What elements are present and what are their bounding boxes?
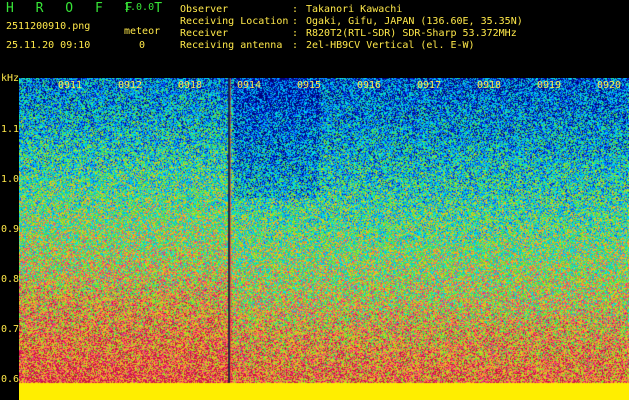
- info-separator: :: [292, 40, 299, 51]
- info-key: Receiving Location: [180, 16, 289, 27]
- spectrogram-canvas: [19, 78, 629, 400]
- app-version: 1.0.0: [124, 2, 155, 13]
- meteor-count: 0: [139, 40, 146, 51]
- info-row-antenna: Receiving antenna : 2el-HB9CV Vertical (…: [180, 40, 523, 52]
- header-panel: H R O F F T 1.0.0 2511200910.png meteor …: [0, 0, 629, 78]
- info-row-observer: Observer : Takanori Kawachi: [180, 4, 523, 16]
- info-key: Receiver: [180, 28, 229, 39]
- time-label: 0916: [357, 80, 382, 91]
- time-label: 0911: [58, 80, 83, 91]
- time-label: 0914: [237, 80, 262, 91]
- station-info: Observer : Takanori Kawachi Receiving Lo…: [180, 4, 523, 52]
- y-tick-label: 0.7: [1, 324, 20, 335]
- y-tick-label: 1.1: [1, 124, 20, 135]
- y-tick-label: 0.8: [1, 274, 20, 285]
- info-separator: :: [292, 4, 299, 15]
- time-label: 0918: [178, 80, 203, 91]
- frequency-unit-label: kHz: [1, 73, 20, 84]
- info-value: 2el-HB9CV Vertical (el. E-W): [306, 40, 475, 51]
- time-label: 0917: [417, 80, 442, 91]
- time-label: 0919: [537, 80, 562, 91]
- info-value: Ogaki, Gifu, JAPAN (136.60E, 35.35N): [306, 16, 523, 27]
- time-label: 0918: [477, 80, 502, 91]
- meteor-label: meteor: [124, 26, 161, 37]
- info-value: R820T2(RTL-SDR) SDR-Sharp 53.372MHz: [306, 28, 517, 39]
- y-tick-label: 0.9: [1, 224, 20, 235]
- image-filename: 2511200910.png: [6, 21, 91, 32]
- time-label: 0912: [118, 80, 143, 91]
- spectrogram-view: [19, 78, 629, 400]
- info-row-receiver: Receiver : R820T2(RTL-SDR) SDR-Sharp 53.…: [180, 28, 523, 40]
- info-separator: :: [292, 28, 299, 39]
- y-tick-label: 0.6: [1, 374, 20, 385]
- info-key: Observer: [180, 4, 229, 15]
- info-separator: :: [292, 16, 299, 27]
- capture-timestamp: 25.11.20 09:10: [6, 40, 91, 51]
- info-value: Takanori Kawachi: [306, 4, 403, 15]
- info-row-location: Receiving Location : Ogaki, Gifu, JAPAN …: [180, 16, 523, 28]
- info-key: Receiving antenna: [180, 40, 283, 51]
- time-label: 0920: [597, 80, 622, 91]
- y-tick-label: 1.0: [1, 174, 20, 185]
- time-label: 0915: [297, 80, 322, 91]
